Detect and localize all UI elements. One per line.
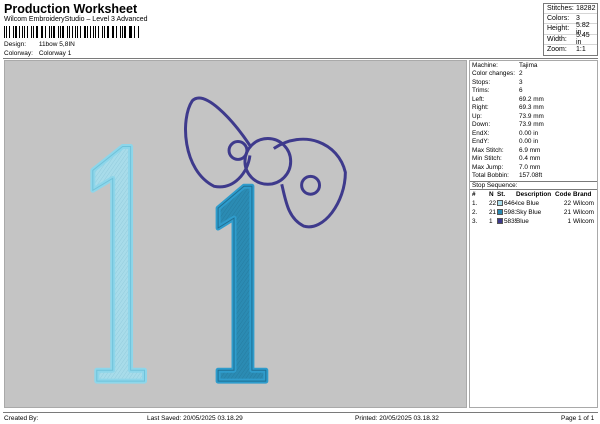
stop-sequence-row: 1.226464Ice Blue22Wilcom: [472, 200, 594, 207]
printed-time: Printed: 20/05/2025 03.18.32: [355, 415, 439, 422]
machine-info-row: Down: 73.9 mm: [472, 121, 544, 129]
machine-info-row: EndX: 0.00 in: [472, 129, 539, 137]
color-swatch: [497, 209, 503, 215]
summary-row-stitches: Stitches: 18282: [544, 4, 597, 15]
colorway-row: Colorway: Colorway 1: [4, 50, 71, 57]
machine-info-row: Trims: 6: [472, 87, 523, 95]
summary-row-width: Width: 5.45 in: [544, 32, 597, 46]
colorway-value: Colorway 1: [38, 50, 72, 57]
stop-sequence-row: 3.15835Blue1Wilcom: [472, 218, 594, 225]
last-saved: Last Saved: 20/05/2025 03.18.29: [147, 415, 243, 422]
machine-info-row: Up: 73.9 mm: [472, 112, 544, 120]
stop-sequence-header: # N St. Description Code Brand: [472, 191, 592, 198]
machine-info-row: Max Jump: 7.0 mm: [472, 163, 541, 171]
design-row: Design: 11bow 5,8IN: [4, 41, 75, 48]
machine-info-row: Left: 69.2 mm: [472, 95, 544, 103]
embroidery-artwork: [90, 96, 347, 384]
colorway-label: Colorway:: [4, 50, 33, 57]
machine-info-list: Machine: Tajima Color changes: 2 Stops: 3 Trim…: [470, 61, 597, 180]
design-label: Design:: [4, 41, 27, 48]
page-title: Production Worksheet: [4, 2, 138, 16]
machine-info-row: Max Stitch: 6.9 mm: [472, 146, 541, 154]
color-swatch: [497, 200, 503, 206]
created-by: Created By:: [4, 415, 39, 422]
summary-row-zoom: Zoom: 1:1: [547, 46, 586, 54]
page-number: Page 1 of 1: [561, 415, 595, 422]
machine-info-row: Machine: Tajima: [472, 61, 538, 69]
design-summary-box: Stitches: 18282 Colors: 3 Height: 5.82 in W…: [543, 3, 598, 56]
machine-info-row: Color changes: 2: [472, 70, 523, 78]
numeral-one-ice-blue: [90, 144, 148, 384]
stop-sequence-title: Stop Sequence:: [470, 181, 597, 190]
numeral-one-sky-blue: [215, 183, 269, 384]
machine-info-row: Total Bobbin: 157.08ft: [472, 172, 543, 180]
stop-sequence-row: 2.215981Sky Blue21Wilcom: [472, 209, 594, 216]
machine-info-row: Stops: 3: [472, 78, 523, 86]
stop-sequence-rows: 1.226464Ice Blue22Wilcom 2.215981Sky Blue…: [470, 199, 597, 226]
machine-info-row: Right: 69.3 mm: [472, 104, 544, 112]
machine-info-row: Min Stitch: 0.4 mm: [472, 155, 541, 163]
header-divider: [3, 58, 598, 59]
barcode: [4, 26, 140, 38]
stitch-info-panel: Machine: Tajima Color changes: 2 Stops: 3 Trim…: [469, 60, 598, 408]
design-value: 11bow 5,8IN: [38, 41, 75, 48]
software-subtitle: Wilcom EmbroideryStudio – Level 3 Advanc…: [4, 16, 148, 23]
design-preview: [4, 60, 467, 408]
machine-info-row: EndY: 0.00 in: [472, 138, 539, 146]
color-swatch: [497, 218, 503, 224]
footer: Created By: Last Saved: 20/05/2025 03.18…: [3, 412, 598, 423]
bow-outline: [184, 96, 347, 229]
